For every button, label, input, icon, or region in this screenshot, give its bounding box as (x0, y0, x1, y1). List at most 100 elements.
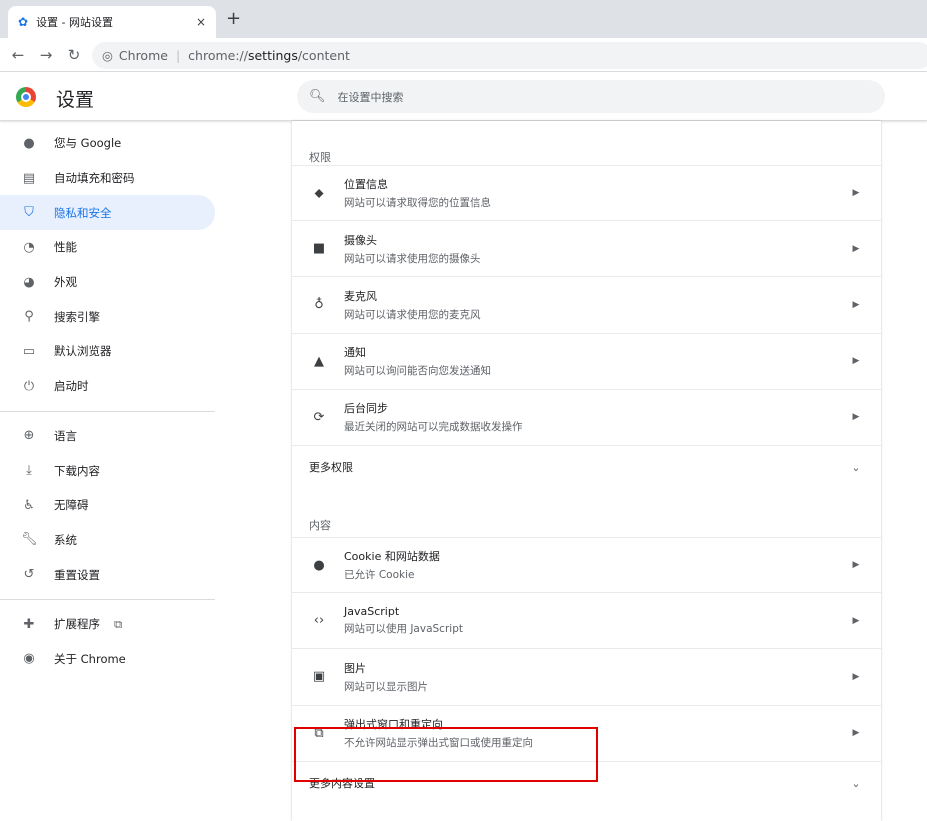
accessibility-icon: ♿︎ (23, 497, 35, 513)
row-desc: 最近关闭的网站可以完成数据收发操作 (344, 421, 523, 434)
row-desc: 网站可以显示图片 (344, 680, 428, 693)
permission-row-microphone[interactable]: ♁ 麦克风网站可以请求使用您的麦克风 ▶ (292, 277, 881, 334)
more-permissions-toggle[interactable]: 更多权限 ⌄ (292, 446, 881, 489)
palette-icon: ◕ (23, 274, 35, 290)
chip-label: Chrome (118, 48, 168, 63)
chevron-right-icon: ▶ (852, 299, 860, 310)
address-bar[interactable]: ◎ Chrome | chrome://settings/content (92, 42, 927, 69)
chevron-down-icon: ⌄ (851, 776, 861, 790)
sync-icon: ⟳ (313, 409, 325, 425)
chrome-logo-icon (16, 87, 36, 107)
search-placeholder: 在设置中搜索 (337, 90, 404, 104)
sidebar-item-about[interactable]: ◉ 关于 Chrome (0, 642, 215, 677)
chrome-chip-icon: ◎ (102, 48, 113, 63)
back-icon[interactable]: ← (8, 46, 28, 64)
sidebar-item-system[interactable]: 🔧︎ 系统 (0, 523, 215, 558)
close-tab-icon[interactable]: × (196, 15, 206, 29)
external-link-icon: ⧉ (114, 616, 123, 631)
sidebar-item-google[interactable]: ● 您与 Google (0, 126, 215, 161)
row-desc: 网站可以请求使用您的摄像头 (344, 252, 481, 265)
chrome-icon: ◉ (23, 651, 35, 667)
row-desc: 网站可以询问能否向您发送通知 (344, 365, 491, 378)
clipboard-icon: ▤ (22, 170, 36, 186)
permission-row-location[interactable]: ⬥ 位置信息网站可以请求取得您的位置信息 ▶ (292, 165, 881, 222)
microphone-icon: ♁ (314, 297, 324, 313)
content-row-images[interactable]: ▣ 图片网站可以显示图片 ▶ (292, 649, 881, 706)
puzzle-icon: ✚ (23, 616, 35, 632)
highlight-box (294, 727, 598, 782)
sidebar-item-autofill[interactable]: ▤ 自动填充和密码 (0, 161, 215, 196)
row-desc: 网站可以请求使用您的麦克风 (344, 308, 481, 321)
more-permissions-label: 更多权限 (309, 461, 353, 475)
row-title: 图片 (344, 661, 366, 675)
gear-icon: ✿ (18, 15, 29, 29)
content-row-javascript[interactable]: ‹› JavaScript 网站可以使用 JavaScript ▶ (292, 593, 881, 650)
content-heading: 内容 (309, 518, 331, 532)
row-title: 位置信息 (344, 178, 388, 192)
globe-icon: ⊕ (23, 428, 35, 444)
permission-row-camera[interactable]: ■ 摄像头网站可以请求使用您的摄像头 ▶ (292, 221, 881, 278)
chevron-down-icon: ⌄ (851, 460, 861, 474)
sidebar-item-search-engine[interactable]: ⚲ 搜索引擎 (0, 299, 215, 334)
chevron-right-icon: ▶ (852, 728, 860, 739)
sidebar-item-default-browser[interactable]: ▭ 默认浏览器 (0, 334, 215, 369)
sidebar-item-privacy[interactable]: ⛉ 隐私和安全 (0, 195, 215, 231)
wrench-icon: 🔧︎ (21, 532, 38, 548)
toolbar: ← → ↻ ◎ Chrome | chrome://settings/conte… (0, 38, 927, 72)
permission-row-notifications[interactable]: ▲ 通知 网站可以询问能否向您发送通知 ▶ (292, 334, 881, 390)
speedometer-icon: ◔ (23, 239, 35, 255)
url-text: chrome://settings/content (188, 48, 350, 63)
permissions-heading: 权限 (309, 151, 331, 164)
content-row-cookies[interactable]: ● Cookie 和网站数据 已允许 Cookie ▶ (292, 536, 881, 594)
cookie-icon: ● (313, 557, 325, 573)
sidebar-divider (0, 410, 215, 412)
reload-icon[interactable]: ↻ (64, 46, 84, 64)
chevron-right-icon: ▶ (852, 356, 860, 367)
code-icon: ‹› (313, 613, 325, 629)
chevron-right-icon: ▶ (852, 560, 860, 571)
sidebar-item-appearance[interactable]: ◕ 外观 (0, 265, 215, 300)
reset-icon: ↺ (23, 567, 35, 583)
chevron-right-icon: ▶ (852, 412, 860, 423)
sidebar-item-languages[interactable]: ⊕ 语言 (0, 419, 215, 454)
settings-search-input[interactable]: 🔍︎ 在设置中搜索 (297, 80, 885, 113)
row-desc: 网站可以请求取得您的位置信息 (344, 197, 491, 210)
new-tab-icon[interactable]: + (226, 8, 241, 29)
sidebar-item-downloads[interactable]: ⤓ 下载内容 (0, 453, 215, 488)
sidebar-item-reset[interactable]: ↺ 重置设置 (0, 557, 215, 592)
row-title: JavaScript (344, 605, 400, 619)
download-icon: ⤓ (26, 463, 32, 479)
sidebar-divider (0, 598, 215, 600)
row-title: 麦克风 (344, 289, 377, 303)
tab-strip: ✿ 设置 - 网站设置 × + (0, 0, 927, 38)
separator: | (175, 48, 181, 63)
search-icon: ⚲ (24, 309, 34, 325)
sidebar-item-accessibility[interactable]: ♿︎ 无障碍 (0, 488, 215, 523)
tab-settings[interactable]: ✿ 设置 - 网站设置 × (8, 6, 216, 38)
row-desc: 网站可以使用 JavaScript (344, 623, 463, 636)
page-title: 设置 (56, 89, 95, 111)
image-icon: ▣ (312, 669, 326, 685)
row-title: 通知 (344, 346, 366, 360)
chevron-right-icon: ▶ (852, 243, 860, 254)
chevron-right-icon: ▶ (852, 671, 860, 682)
chevron-right-icon: ▶ (852, 188, 860, 199)
row-desc: 已允许 Cookie (344, 569, 415, 582)
row-title: 后台同步 (344, 402, 388, 416)
tab-title: 设置 - 网站设置 (36, 16, 114, 29)
power-icon: ⏻ (23, 378, 35, 394)
sidebar-item-on-startup[interactable]: ⏻ 启动时 (0, 369, 215, 404)
settings-card: 权限 ⬥ 位置信息网站可以请求取得您的位置信息 ▶ ■ 摄像头网站可以请求使用您… (292, 121, 881, 821)
permission-row-background-sync[interactable]: ⟳ 后台同步最近关闭的网站可以完成数据收发操作 ▶ (292, 390, 881, 446)
location-icon: ⬥ (314, 185, 324, 201)
shield-icon: ⛉ (24, 205, 34, 221)
forward-icon[interactable]: → (36, 46, 56, 64)
browser-icon: ▭ (22, 343, 36, 359)
row-title: 摄像头 (344, 233, 377, 247)
row-title: Cookie 和网站数据 (344, 550, 440, 564)
settings-header: 设置 🔍︎ 在设置中搜索 (0, 72, 927, 121)
sidebar-item-performance[interactable]: ◔ 性能 (0, 230, 215, 265)
camera-icon: ■ (312, 241, 326, 257)
search-icon: 🔍︎ (309, 89, 326, 104)
sidebar-item-extensions[interactable]: ✚ 扩展程序 ⧉ (0, 607, 215, 642)
